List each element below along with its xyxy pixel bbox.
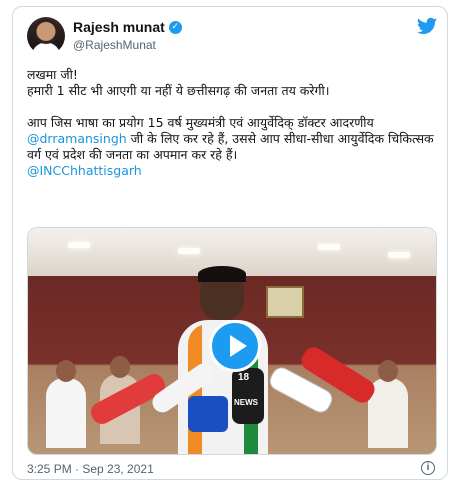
tag-link[interactable]: @INCChhattisgarh <box>27 163 437 179</box>
microphone <box>188 396 228 432</box>
verified-badge-icon: ✓ <box>168 20 182 34</box>
ceiling-light <box>388 252 410 258</box>
ceiling-light <box>318 244 340 250</box>
ceiling-light <box>178 248 200 254</box>
tweet-text: लखमा जी! हमारी 1 सीट भी आएगी या नहीं ये … <box>27 67 437 179</box>
bystander <box>46 360 86 448</box>
tweet-line-1: लखमा जी! <box>27 67 78 82</box>
video-thumbnail[interactable]: 18 NEWS <box>27 227 437 455</box>
tweet-timestamp[interactable]: 3:25 PM · Sep 23, 2021 <box>27 462 154 476</box>
microphone: 18 NEWS <box>232 368 264 424</box>
ceiling-light <box>68 242 90 248</box>
author-handle[interactable]: @RajeshMunat <box>73 38 156 52</box>
info-icon[interactable]: i <box>421 461 435 475</box>
author-name[interactable]: Rajesh munat <box>73 19 165 35</box>
wall-photo-frame <box>266 286 304 318</box>
tweet-line-2: हमारी 1 सीट भी आएगी या नहीं ये छत्तीसगढ़… <box>27 83 330 98</box>
mic-label: 18 <box>238 372 250 383</box>
tweet-paragraph-2: आप जिस भाषा का प्रयोग 15 वर्ष मुख्यमंत्र… <box>27 115 437 163</box>
author-name-row[interactable]: Rajesh munat ✓ <box>73 19 182 35</box>
twitter-bird-icon[interactable] <box>417 17 437 35</box>
paragraph-2-before: आप जिस भाषा का प्रयोग 15 वर्ष मुख्यमंत्र… <box>27 115 374 130</box>
mention-link[interactable]: @drramansingh <box>27 131 127 146</box>
tweet-card[interactable]: Rajesh munat ✓ @RajeshMunat लखमा जी! हमा… <box>12 6 448 480</box>
mic-label: NEWS <box>234 398 258 407</box>
avatar[interactable] <box>27 17 65 55</box>
play-button-icon[interactable] <box>209 320 261 372</box>
